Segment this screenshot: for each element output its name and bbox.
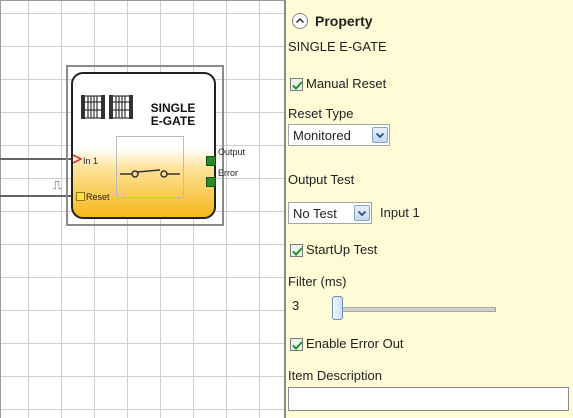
input1-wire: [0, 158, 72, 160]
error-port[interactable]: [206, 177, 216, 187]
manual-reset-checkbox[interactable]: [290, 78, 303, 91]
input-arrow-icon: [72, 154, 82, 164]
output-port[interactable]: [206, 156, 216, 166]
filter-label: Filter (ms): [288, 274, 347, 289]
item-description-label: Item Description: [288, 368, 382, 383]
checkmark-icon: [292, 247, 303, 256]
property-subtitle: SINGLE E-GATE: [288, 39, 387, 54]
reset-port[interactable]: [76, 192, 85, 201]
output-test-input-label: Input 1: [380, 205, 420, 220]
startup-test-checkbox[interactable]: [290, 244, 303, 257]
checkmark-icon: [292, 81, 303, 90]
filter-value: 3: [292, 298, 300, 313]
reset-type-label: Reset Type: [288, 106, 354, 121]
switch-contact-icon: [120, 169, 180, 178]
enable-error-out-label: Enable Error Out: [306, 336, 404, 351]
item-description-input[interactable]: [288, 387, 569, 411]
output-test-select[interactable]: No Test: [288, 202, 372, 224]
manual-reset-label: Manual Reset: [306, 76, 387, 91]
dropdown-arrow-icon-2: [354, 205, 370, 221]
port-in1-label: In 1: [83, 156, 99, 166]
output-test-value: No Test: [293, 206, 337, 221]
property-heading: Property: [315, 13, 373, 29]
port-error-label: Error: [218, 168, 238, 178]
output-test-label: Output Test: [288, 172, 355, 187]
block-title-line2: E-GATE: [150, 114, 196, 128]
port-output-label: Output: [218, 147, 246, 157]
startup-test-label: StartUp Test: [306, 242, 378, 257]
pulse-icon: ⎍: [53, 178, 62, 192]
checkmark-icon: [292, 341, 303, 350]
filter-slider-thumb[interactable]: [332, 296, 343, 320]
reset-type-select[interactable]: Monitored: [288, 124, 390, 146]
dropdown-arrow-icon: [372, 127, 388, 143]
collapse-button[interactable]: [292, 13, 308, 29]
gate-icon-2: [109, 95, 133, 119]
chevron-up-icon: [295, 17, 305, 24]
reset-type-value: Monitored: [293, 128, 351, 143]
block-title: SINGLE E-GATE: [138, 102, 208, 128]
enable-error-out-checkbox[interactable]: [290, 338, 303, 351]
port-reset-label: Reset: [86, 192, 110, 202]
gate-icon: [81, 95, 105, 119]
filter-slider-track[interactable]: [334, 307, 496, 312]
